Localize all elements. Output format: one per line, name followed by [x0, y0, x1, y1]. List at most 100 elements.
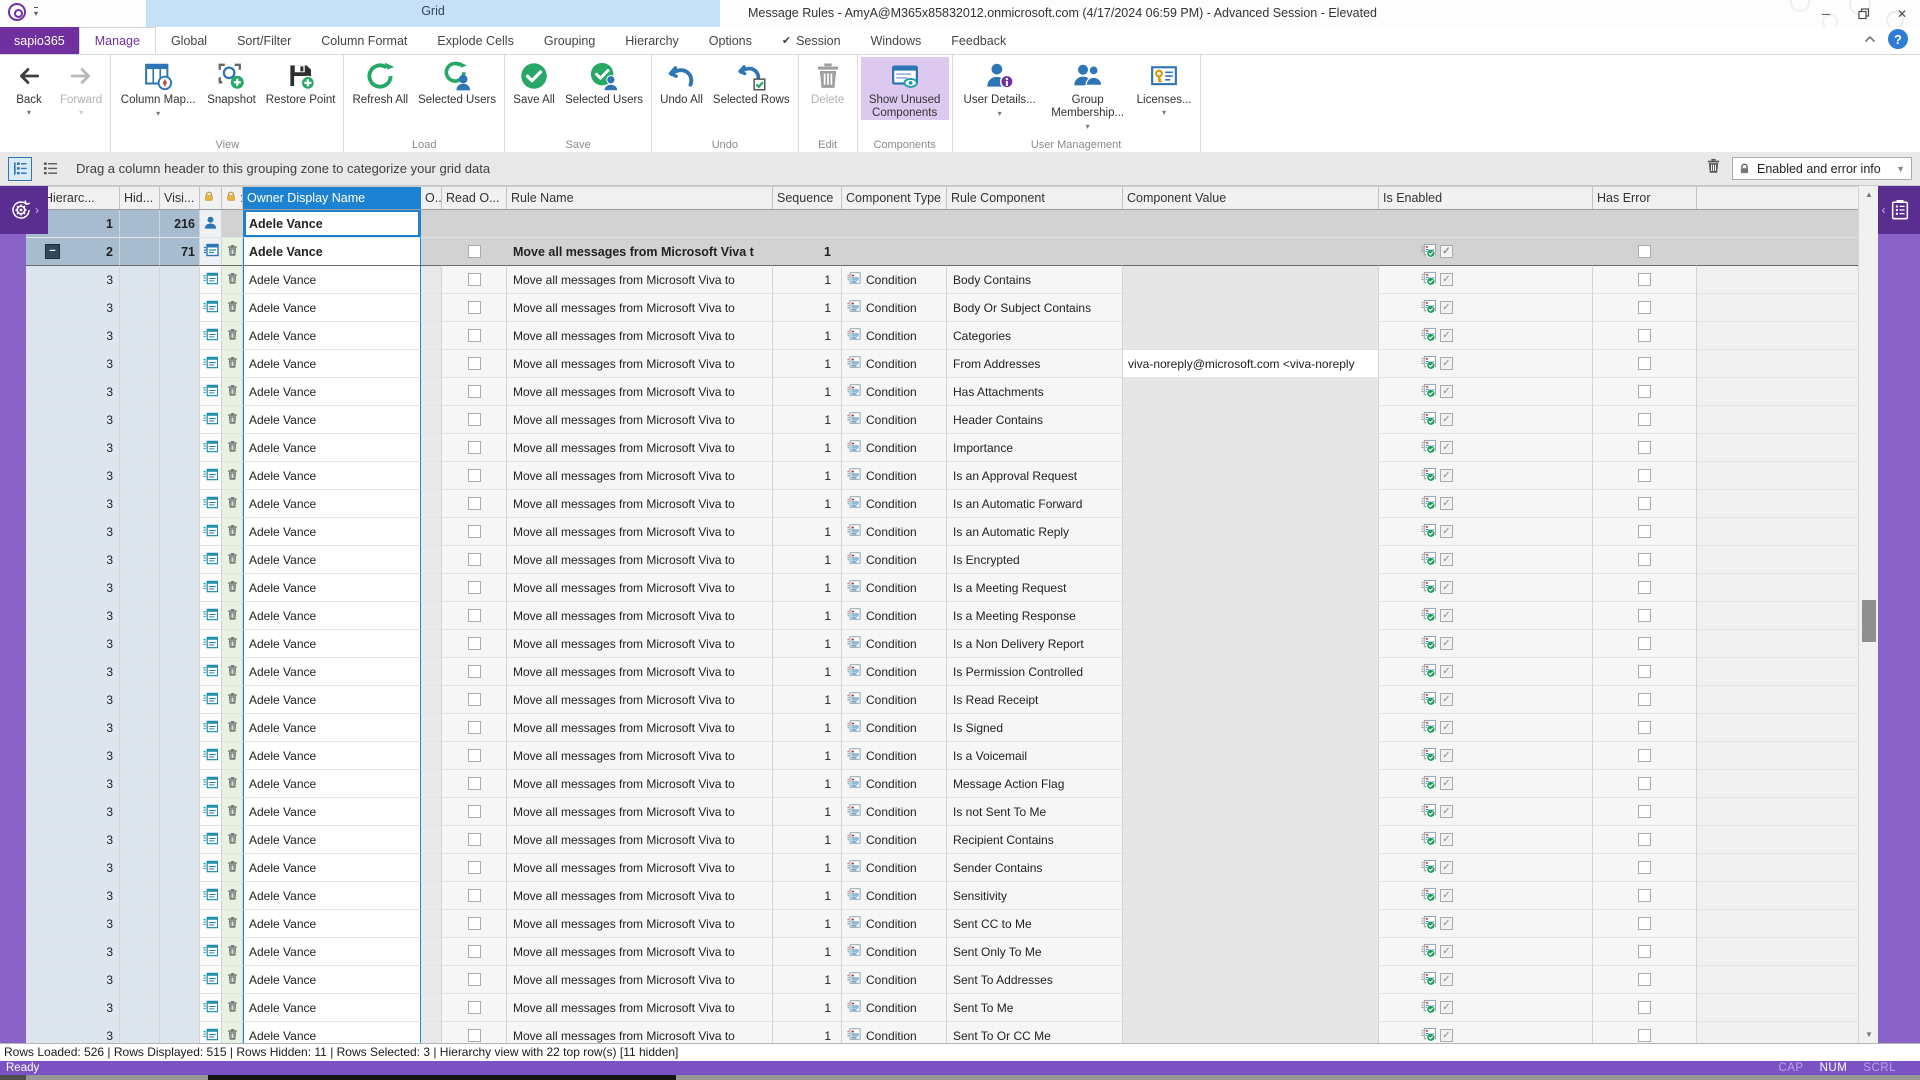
- selected-users-button[interactable]: Selected Users: [413, 57, 501, 107]
- report-panel-button[interactable]: ‹: [1872, 186, 1920, 234]
- has-error-checkbox[interactable]: [1638, 721, 1651, 734]
- delete-row-cell[interactable]: [222, 630, 243, 658]
- is-enabled-cell[interactable]: [1379, 294, 1593, 322]
- trash-icon[interactable]: [226, 1000, 239, 1016]
- context-tab-grid[interactable]: Grid: [146, 0, 720, 27]
- is-enabled-cell[interactable]: [1379, 854, 1593, 882]
- has-error-cell[interactable]: [1593, 266, 1697, 294]
- tab-windows[interactable]: Windows: [856, 27, 937, 54]
- has-error-cell[interactable]: [1593, 658, 1697, 686]
- is-enabled-cell[interactable]: [1379, 574, 1593, 602]
- selected-rows-button[interactable]: Selected Rows: [708, 57, 795, 107]
- read-only-checkbox[interactable]: [467, 805, 481, 818]
- has-error-cell[interactable]: [1593, 490, 1697, 518]
- read-only-checkbox[interactable]: [467, 889, 481, 902]
- has-error-checkbox[interactable]: [1638, 665, 1651, 678]
- is-enabled-cell[interactable]: [1379, 994, 1593, 1022]
- vertical-scrollbar-thumb[interactable]: [1862, 600, 1876, 642]
- has-error-checkbox[interactable]: [1638, 889, 1651, 902]
- column-header-o[interactable]: O...: [421, 187, 442, 209]
- forward-button[interactable]: Forward ▾: [55, 57, 107, 117]
- close-button[interactable]: ✕: [1894, 6, 1910, 22]
- table-row[interactable]: −1216Adele Vance: [26, 210, 1858, 238]
- is-enabled-cell[interactable]: [1379, 714, 1593, 742]
- table-row[interactable]: 3 Adele Vance Move all messages from Micro…: [26, 966, 1858, 994]
- read-only-cell[interactable]: [442, 658, 507, 686]
- read-only-checkbox[interactable]: [467, 553, 481, 566]
- table-row[interactable]: 3 Adele Vance Move all messages from Micro…: [26, 658, 1858, 686]
- is-enabled-checkbox[interactable]: [1440, 441, 1453, 454]
- tab-grouping[interactable]: Grouping: [529, 27, 610, 54]
- clear-filter-icon[interactable]: [1705, 157, 1722, 180]
- has-error-checkbox[interactable]: [1638, 385, 1651, 398]
- is-enabled-cell[interactable]: [1379, 630, 1593, 658]
- read-only-cell[interactable]: [442, 742, 507, 770]
- hierarchy-view-toggle[interactable]: [8, 156, 32, 181]
- read-only-cell[interactable]: [442, 378, 507, 406]
- has-error-checkbox[interactable]: [1638, 525, 1651, 538]
- restore-button[interactable]: [1856, 6, 1872, 22]
- trash-icon[interactable]: [226, 580, 239, 596]
- vertical-scrollbar[interactable]: ▲ ▼: [1858, 186, 1878, 1043]
- table-row[interactable]: 3 Adele Vance Move all messages from Micro…: [26, 742, 1858, 770]
- table-row[interactable]: 3 Adele Vance Move all messages from Micro…: [26, 490, 1858, 518]
- column-header-rulename[interactable]: Rule Name: [507, 187, 773, 209]
- read-only-checkbox[interactable]: [467, 357, 481, 370]
- help-button[interactable]: ?: [1888, 29, 1908, 49]
- delete-row-cell[interactable]: [222, 742, 243, 770]
- table-row[interactable]: 3 Adele Vance Move all messages from Micro…: [26, 910, 1858, 938]
- has-error-checkbox[interactable]: [1638, 1029, 1651, 1042]
- has-error-cell[interactable]: [1593, 742, 1697, 770]
- read-only-cell[interactable]: [442, 434, 507, 462]
- trash-icon[interactable]: [226, 944, 239, 960]
- has-error-checkbox[interactable]: [1638, 861, 1651, 874]
- tab-sort-filter[interactable]: Sort/Filter: [222, 27, 306, 54]
- has-error-checkbox[interactable]: [1638, 245, 1651, 258]
- table-row[interactable]: 3 Adele Vance Move all messages from Micro…: [26, 714, 1858, 742]
- read-only-checkbox[interactable]: [467, 301, 481, 314]
- has-error-checkbox[interactable]: [1638, 413, 1651, 426]
- has-error-cell[interactable]: [1593, 574, 1697, 602]
- trash-icon[interactable]: [226, 356, 239, 372]
- is-enabled-cell[interactable]: [1379, 462, 1593, 490]
- has-error-cell[interactable]: [1593, 546, 1697, 574]
- read-only-cell[interactable]: [442, 686, 507, 714]
- is-enabled-checkbox[interactable]: [1440, 1001, 1453, 1014]
- has-error-cell[interactable]: [1593, 406, 1697, 434]
- read-only-cell[interactable]: [442, 1022, 507, 1043]
- read-only-checkbox[interactable]: [467, 917, 481, 930]
- is-enabled-checkbox[interactable]: [1440, 861, 1453, 874]
- read-only-cell[interactable]: [442, 966, 507, 994]
- is-enabled-checkbox[interactable]: [1440, 497, 1453, 510]
- trash-icon[interactable]: [226, 832, 239, 848]
- delete-row-cell[interactable]: [222, 266, 243, 294]
- read-only-cell[interactable]: [442, 294, 507, 322]
- read-only-cell[interactable]: [442, 882, 507, 910]
- collapse-row-button[interactable]: −: [45, 244, 60, 259]
- left-panel-strip[interactable]: [0, 186, 26, 1043]
- delete-row-cell[interactable]: [222, 434, 243, 462]
- table-row[interactable]: 3 Adele Vance Move all messages from Micro…: [26, 546, 1858, 574]
- read-only-cell[interactable]: [442, 322, 507, 350]
- is-enabled-checkbox[interactable]: [1440, 609, 1453, 622]
- is-enabled-cell[interactable]: [1379, 238, 1593, 266]
- table-row[interactable]: 3 Adele Vance Move all messages from Micro…: [26, 434, 1858, 462]
- is-enabled-cell[interactable]: [1379, 798, 1593, 826]
- read-only-cell[interactable]: [442, 518, 507, 546]
- table-row[interactable]: −2 71 Adele Vance Move all messages from Mi…: [26, 238, 1858, 266]
- read-only-checkbox[interactable]: [467, 777, 481, 790]
- minimize-button[interactable]: ─: [1818, 6, 1834, 22]
- column-header-haserror[interactable]: Has Error: [1593, 187, 1697, 209]
- read-only-checkbox[interactable]: [467, 637, 481, 650]
- has-error-checkbox[interactable]: [1638, 357, 1651, 370]
- read-only-checkbox[interactable]: [467, 1029, 481, 1042]
- has-error-cell[interactable]: [1593, 462, 1697, 490]
- read-only-checkbox[interactable]: [467, 973, 481, 986]
- table-row[interactable]: 3 Adele Vance Move all messages from Micro…: [26, 350, 1858, 378]
- read-only-checkbox[interactable]: [467, 441, 481, 454]
- is-enabled-cell[interactable]: [1379, 546, 1593, 574]
- read-only-checkbox[interactable]: [467, 581, 481, 594]
- read-only-checkbox[interactable]: [467, 1001, 481, 1014]
- is-enabled-checkbox[interactable]: [1440, 805, 1453, 818]
- is-enabled-checkbox[interactable]: [1440, 357, 1453, 370]
